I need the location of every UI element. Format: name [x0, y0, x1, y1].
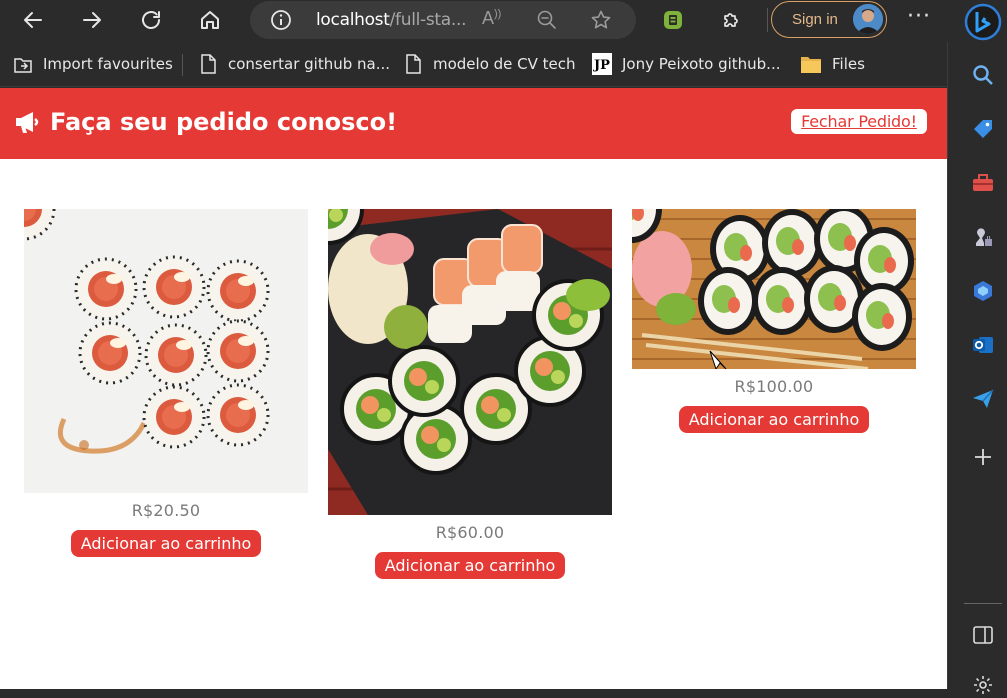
settings-icon[interactable] [970, 672, 996, 698]
page-title-text: Faça seu pedido conosco! [50, 108, 398, 136]
svg-text:JP: JP [593, 58, 610, 73]
sushi-image [632, 209, 916, 369]
product-price: R$100.00 [734, 377, 814, 396]
add-to-cart-button[interactable]: Adicionar ao carrinho [678, 406, 870, 433]
url-host: localhost [316, 10, 390, 30]
megaphone-icon [16, 112, 39, 133]
sign-in-button[interactable]: Sign in [771, 1, 887, 38]
split-screen-icon[interactable] [970, 622, 996, 648]
add-icon[interactable] [970, 444, 996, 470]
address-bar[interactable]: localhost/full-sta... A)) [250, 1, 636, 39]
product-card: R$60.00 Adicionar ao carrinho [328, 209, 612, 579]
read-aloud-icon[interactable]: A)) [482, 8, 501, 29]
url-path: /full-sta... [389, 10, 467, 30]
favorite-star-icon[interactable] [590, 9, 612, 31]
product-card: R$100.00 Adicionar ao carrinho [632, 209, 916, 433]
bing-icon[interactable] [963, 2, 1003, 42]
extension-icon[interactable] [659, 6, 687, 34]
back-button[interactable] [17, 5, 49, 35]
toolbox-icon[interactable] [970, 170, 996, 196]
office-icon[interactable] [970, 278, 996, 304]
games-icon[interactable] [970, 224, 996, 250]
web-page: Faça seu pedido conosco! Fechar Pedido! [0, 88, 947, 689]
zoom-out-icon[interactable] [536, 9, 558, 31]
favorites-bar: Import favourites consertar github na...… [0, 42, 947, 87]
sidebar-separator [964, 603, 1002, 604]
import-icon [14, 58, 32, 73]
folder-icon [801, 57, 821, 73]
read-aloud-label: A [482, 8, 495, 28]
sushi-image [328, 209, 612, 515]
bookmark-label: modelo de CV tech [433, 55, 576, 73]
sushi-image [24, 209, 308, 493]
edge-sidebar [947, 42, 1007, 694]
add-to-cart-button[interactable]: Adicionar ao carrinho [374, 552, 566, 579]
toolbar-divider [767, 8, 768, 32]
home-button[interactable] [194, 5, 226, 35]
close-order-button[interactable]: Fechar Pedido! [791, 109, 927, 134]
product-price: R$20.50 [131, 501, 201, 520]
product-price: R$60.00 [435, 523, 505, 542]
outlook-icon[interactable] [970, 332, 996, 358]
bookmark-label: Jony Peixoto github... [622, 55, 781, 73]
arrow-right-icon [83, 12, 101, 28]
search-icon[interactable] [970, 62, 996, 88]
add-to-cart-button[interactable]: Adicionar ao carrinho [70, 530, 262, 557]
refresh-icon [142, 11, 160, 29]
browser-toolbar: localhost/full-sta... A)) Sign in ··· [0, 0, 1007, 42]
page-icon [406, 54, 421, 74]
more-menu-button[interactable]: ··· [907, 4, 931, 29]
page-title: Faça seu pedido conosco! [14, 108, 397, 136]
home-icon [201, 11, 219, 29]
sign-in-label: Sign in [792, 11, 838, 28]
avatar [853, 4, 883, 34]
bookmark-files[interactable]: Files [800, 52, 865, 76]
bookmark-separator [182, 54, 183, 76]
extensions-puzzle-icon[interactable] [718, 6, 746, 34]
bookmark-jony-peixoto[interactable]: JP Jony Peixoto github... [592, 52, 781, 76]
jp-logo-icon: JP [592, 53, 612, 75]
bookmark-label: consertar github na... [228, 55, 391, 73]
info-icon[interactable] [270, 9, 292, 31]
page-icon [201, 54, 216, 74]
bookmark-import-favourites[interactable]: Import favourites [13, 52, 173, 76]
bookmark-label: Files [832, 55, 865, 73]
order-header: Faça seu pedido conosco! Fechar Pedido! [0, 88, 947, 159]
url-text[interactable]: localhost/full-sta... [316, 10, 467, 30]
forward-button[interactable] [76, 5, 108, 35]
tag-icon[interactable] [970, 116, 996, 142]
send-icon[interactable] [970, 386, 996, 412]
bookmark-consertar-github[interactable]: consertar github na... [198, 52, 390, 76]
bookmark-modelo-cv[interactable]: modelo de CV tech [403, 52, 576, 76]
bookmark-label: Import favourites [43, 55, 173, 73]
refresh-button[interactable] [135, 5, 167, 35]
product-card: R$20.50 Adicionar ao carrinho [24, 209, 308, 557]
arrow-left-icon [24, 12, 42, 28]
